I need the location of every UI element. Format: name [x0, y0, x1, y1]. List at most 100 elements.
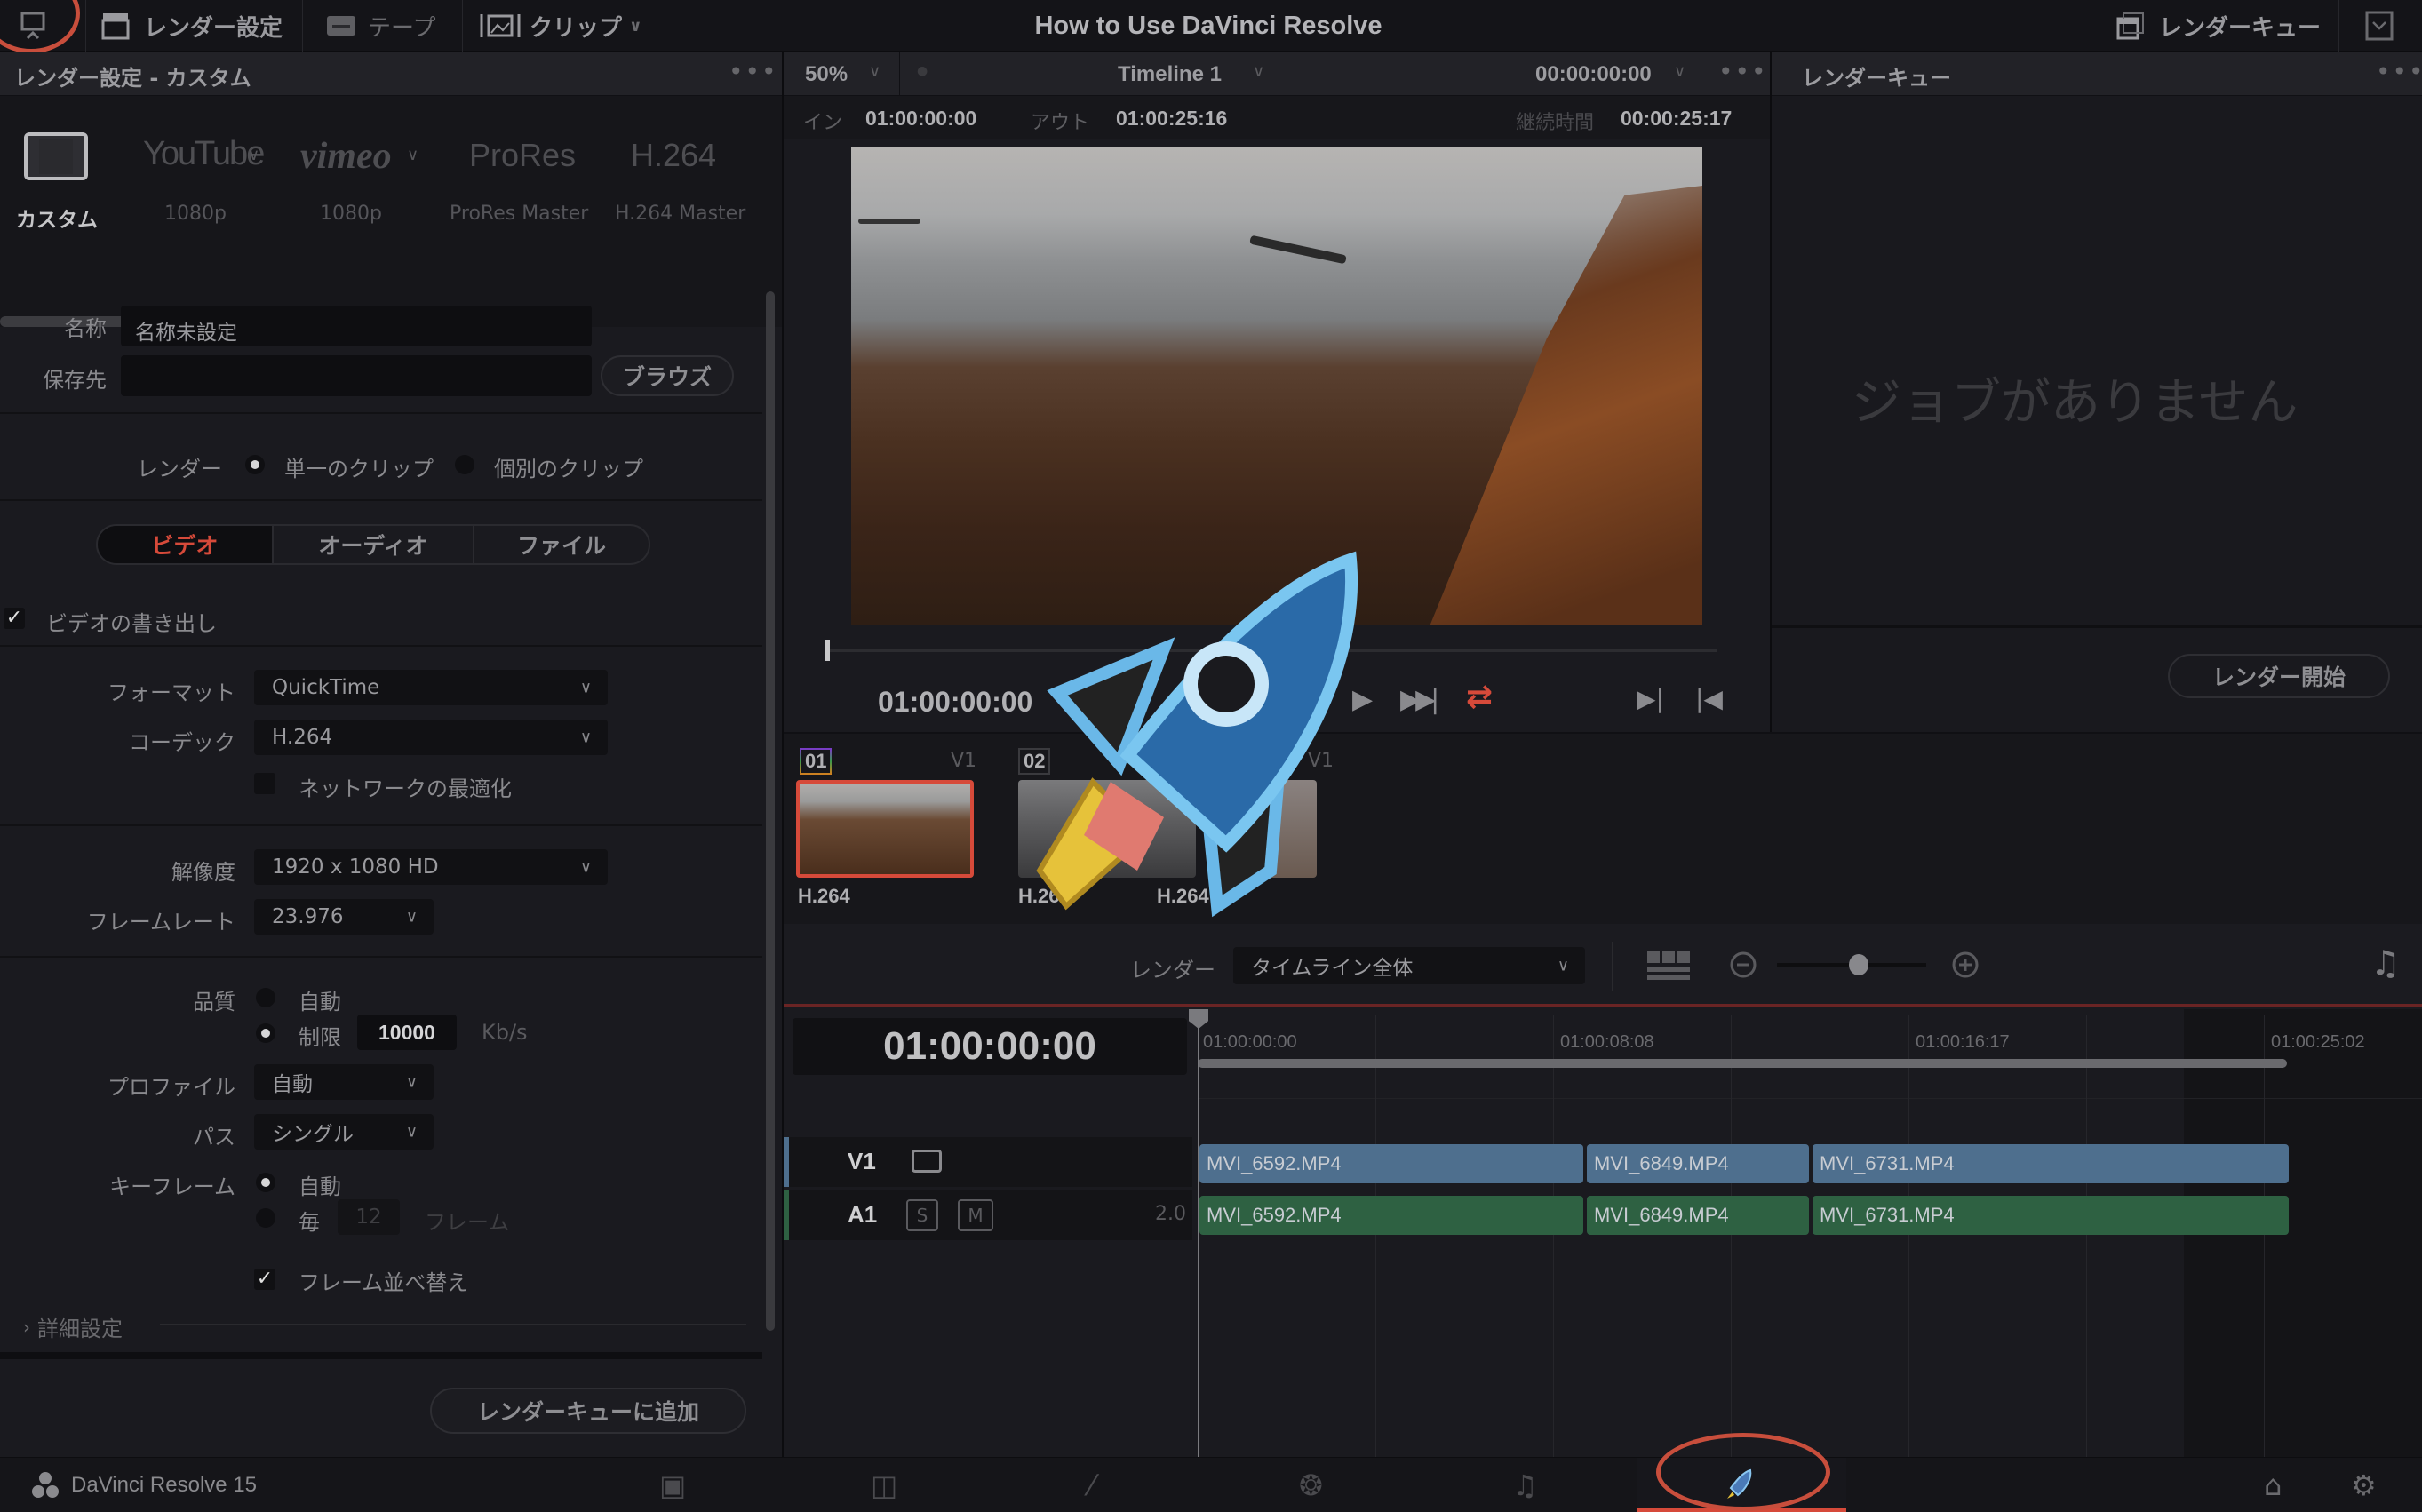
timeline-view-options-icon[interactable] — [1645, 949, 1692, 983]
tab-video[interactable]: ビデオ — [98, 526, 272, 563]
audio-clip[interactable]: MVI_6592.MP4 — [1199, 1196, 1583, 1235]
tab-label: レンダーキュー — [2159, 14, 2322, 42]
add-to-render-queue-button[interactable]: レンダーキューに追加 — [430, 1388, 746, 1434]
name-input[interactable]: 名称未設定 — [121, 306, 592, 346]
fast-forward-icon[interactable]: ▶▶| — [1400, 684, 1439, 715]
bitrate-input[interactable]: 10000 — [357, 1015, 457, 1050]
resolution-dropdown[interactable]: 1920 x 1080 HD ∨ — [254, 849, 608, 885]
next-frame-icon[interactable]: ▶| — [1637, 684, 1664, 713]
zoom-level[interactable]: 50% — [805, 62, 848, 87]
keyframe-every-radio[interactable] — [256, 1208, 275, 1228]
solo-button[interactable]: S — [906, 1199, 938, 1231]
video-clip[interactable]: MVI_6849.MP4 — [1587, 1144, 1809, 1183]
audio-clip[interactable]: MVI_6849.MP4 — [1587, 1196, 1809, 1235]
timeline-panel: レンダー タイムライン全体 ∨ ♫ 01:00:00:00 01:00:00:00… — [784, 924, 2422, 1459]
audio-clip[interactable]: MVI_6731.MP4 — [1813, 1196, 2289, 1235]
preset-strip: カスタム YouTube ∨ 1080p vimeo ∨ 1080p ProRe… — [0, 96, 782, 327]
top-bar: レンダー設定 テープ クリップ ∨ How to Use DaVinci Res… — [0, 0, 2422, 53]
h264-logo: H.264 — [631, 137, 717, 173]
chevron-down-icon[interactable]: ∨ — [1253, 62, 1264, 81]
collapse-button[interactable] — [2363, 7, 2395, 44]
chevron-down-icon[interactable]: ∨ — [1674, 62, 1685, 81]
frame-reorder-checkbox[interactable]: ✓ — [254, 1269, 275, 1290]
home-icon[interactable]: ⌂ — [2264, 1468, 2282, 1502]
color-icon[interactable]: ❂ — [1299, 1468, 1323, 1502]
advanced-settings-toggle[interactable]: › 詳細設定 — [23, 1311, 123, 1342]
video-clip[interactable]: MVI_6731.MP4 — [1813, 1144, 2289, 1183]
divider — [85, 0, 86, 52]
more-options-icon[interactable]: ••• — [729, 57, 778, 86]
render-range-bar[interactable] — [1198, 1059, 2287, 1068]
single-clip-radio[interactable] — [245, 455, 265, 474]
tab-file[interactable]: ファイル — [473, 526, 649, 563]
framerate-dropdown[interactable]: 23.976 ∨ — [254, 899, 434, 935]
rock — [1249, 235, 1347, 265]
quality-auto-radio[interactable] — [256, 988, 275, 1007]
settings-scrollbar[interactable] — [766, 291, 775, 1331]
more-options-icon[interactable]: ••• — [2376, 57, 2422, 86]
mute-button[interactable]: M — [958, 1199, 993, 1231]
ruler-tick — [2264, 1015, 2265, 1459]
profile-label: プロファイル — [108, 1075, 235, 1100]
format-dropdown[interactable]: QuickTime ∨ — [254, 670, 608, 705]
chevron-down-icon: ∨ — [405, 1122, 418, 1142]
loop-icon[interactable]: ⇄ — [1466, 679, 1493, 715]
zoom-out-icon[interactable] — [1729, 951, 1757, 979]
individual-clips-radio[interactable] — [455, 455, 474, 474]
keyframe-every-input[interactable]: 12 — [338, 1199, 400, 1235]
chevron-down-icon[interactable]: ∨ — [869, 62, 880, 81]
tab-clip[interactable]: クリップ ∨ — [478, 7, 642, 44]
codec-dropdown[interactable]: H.264 ∨ — [254, 720, 608, 755]
tab-audio[interactable]: オーディオ — [272, 526, 473, 563]
pass-label: パス — [193, 1125, 235, 1150]
more-options-icon[interactable]: ••• — [1718, 57, 1768, 86]
zoom-in-icon[interactable] — [1951, 951, 1980, 979]
tab-render-settings[interactable]: レンダー設定 — [100, 7, 283, 44]
davinci-logo-icon — [32, 1472, 59, 1498]
divider — [0, 645, 762, 647]
page-navigation-bar: DaVinci Resolve 15 ▣ ◫ ⁄ ❂ ♫ ⌂ ⚙ — [0, 1433, 2422, 1512]
preset-youtube[interactable]: YouTube ∨ 1080p — [138, 131, 271, 238]
chevron-down-icon: ∨ — [405, 907, 418, 927]
track-name: A1 — [848, 1201, 878, 1228]
render-range-dropdown[interactable]: タイムライン全体 ∨ — [1233, 947, 1585, 984]
media-icon[interactable]: ▣ — [659, 1468, 686, 1502]
video-clip[interactable]: MVI_6592.MP4 — [1199, 1144, 1583, 1183]
clip-thumbnail-image — [796, 780, 974, 878]
preset-vimeo[interactable]: vimeo ∨ 1080p — [293, 131, 426, 238]
quality-limit-radio[interactable] — [256, 1023, 275, 1043]
timeline-selector[interactable]: Timeline 1 — [1118, 62, 1222, 87]
keyframe-auto-radio[interactable] — [256, 1173, 275, 1192]
fusion-icon[interactable]: ⁄ — [1089, 1468, 1094, 1502]
preset-h264[interactable]: H.264 H.264 Master — [613, 131, 764, 238]
start-render-button[interactable]: レンダー開始 — [2168, 654, 2390, 698]
profile-dropdown[interactable]: 自動 ∨ — [254, 1064, 434, 1100]
network-optimize-checkbox[interactable] — [254, 773, 275, 794]
chevron-down-icon: ∨ — [407, 146, 419, 164]
render-queue-toggle[interactable]: レンダーキュー — [2115, 7, 2321, 44]
location-input[interactable] — [121, 355, 592, 396]
export-video-checkbox[interactable]: ✓ — [4, 608, 25, 629]
previous-frame-icon[interactable]: |◀ — [1695, 684, 1723, 713]
tape-icon — [327, 16, 355, 36]
clip-thumbnail-01[interactable]: 01 V1 H.264 — [796, 746, 1009, 907]
divider — [0, 1352, 762, 1359]
name-label: 名称 — [64, 316, 107, 341]
tab-tape[interactable]: テープ — [325, 7, 435, 44]
edit-icon[interactable]: ◫ — [871, 1468, 897, 1502]
browse-button[interactable]: ブラウズ — [601, 355, 734, 396]
timeline-zoom-slider-handle[interactable] — [1849, 954, 1869, 975]
settings-gear-icon[interactable]: ⚙ — [2351, 1468, 2377, 1502]
chevron-down-icon — [2365, 11, 2394, 41]
panel-header: レンダー設定 - カスタム ••• — [0, 52, 782, 96]
video-track-toggle-icon[interactable] — [912, 1150, 942, 1173]
fairlight-icon[interactable]: ♫ — [1512, 1468, 1538, 1502]
divider — [0, 412, 762, 414]
pass-dropdown[interactable]: シングル ∨ — [254, 1114, 434, 1150]
preset-custom[interactable]: カスタム — [9, 131, 107, 238]
audio-meter-icon[interactable]: ♫ — [2370, 943, 2401, 983]
scrubber-handle[interactable] — [825, 640, 830, 661]
viewer-timecode[interactable]: 00:00:00:00 — [1535, 62, 1652, 87]
preset-prores[interactable]: ProRes ProRes Master — [444, 131, 595, 238]
frame-reorder-label: フレーム並べ替え — [299, 1270, 469, 1295]
